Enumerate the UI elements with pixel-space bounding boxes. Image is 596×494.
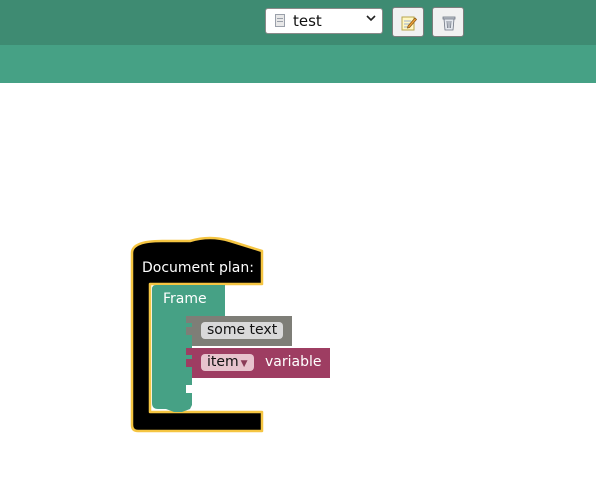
variable-label: variable — [265, 354, 322, 370]
document-icon — [275, 14, 285, 27]
document-plan-label: Document plan: — [142, 260, 254, 276]
secondary-toolbar — [0, 45, 596, 83]
document-select-value: test — [293, 12, 322, 30]
chevron-down-icon — [366, 13, 376, 26]
blocks-svg — [130, 236, 330, 433]
document-select[interactable]: test — [265, 8, 383, 34]
frame-label: Frame — [163, 291, 207, 307]
top-toolbar: test — [0, 0, 596, 45]
edit-document-button[interactable] — [392, 7, 424, 37]
variable-dropdown[interactable]: item ▼ — [201, 354, 254, 371]
edit-note-icon — [401, 16, 417, 31]
dropdown-arrow-icon: ▼ — [240, 359, 248, 369]
delete-document-button[interactable] — [432, 7, 464, 37]
trash-icon — [442, 16, 456, 31]
blockly-workspace[interactable]: Document plan: Frame some text item ▼ var… — [0, 83, 596, 494]
text-value-field[interactable]: some text — [201, 322, 284, 339]
variable-dropdown-value: item — [207, 354, 239, 370]
frame-notch — [186, 385, 192, 393]
